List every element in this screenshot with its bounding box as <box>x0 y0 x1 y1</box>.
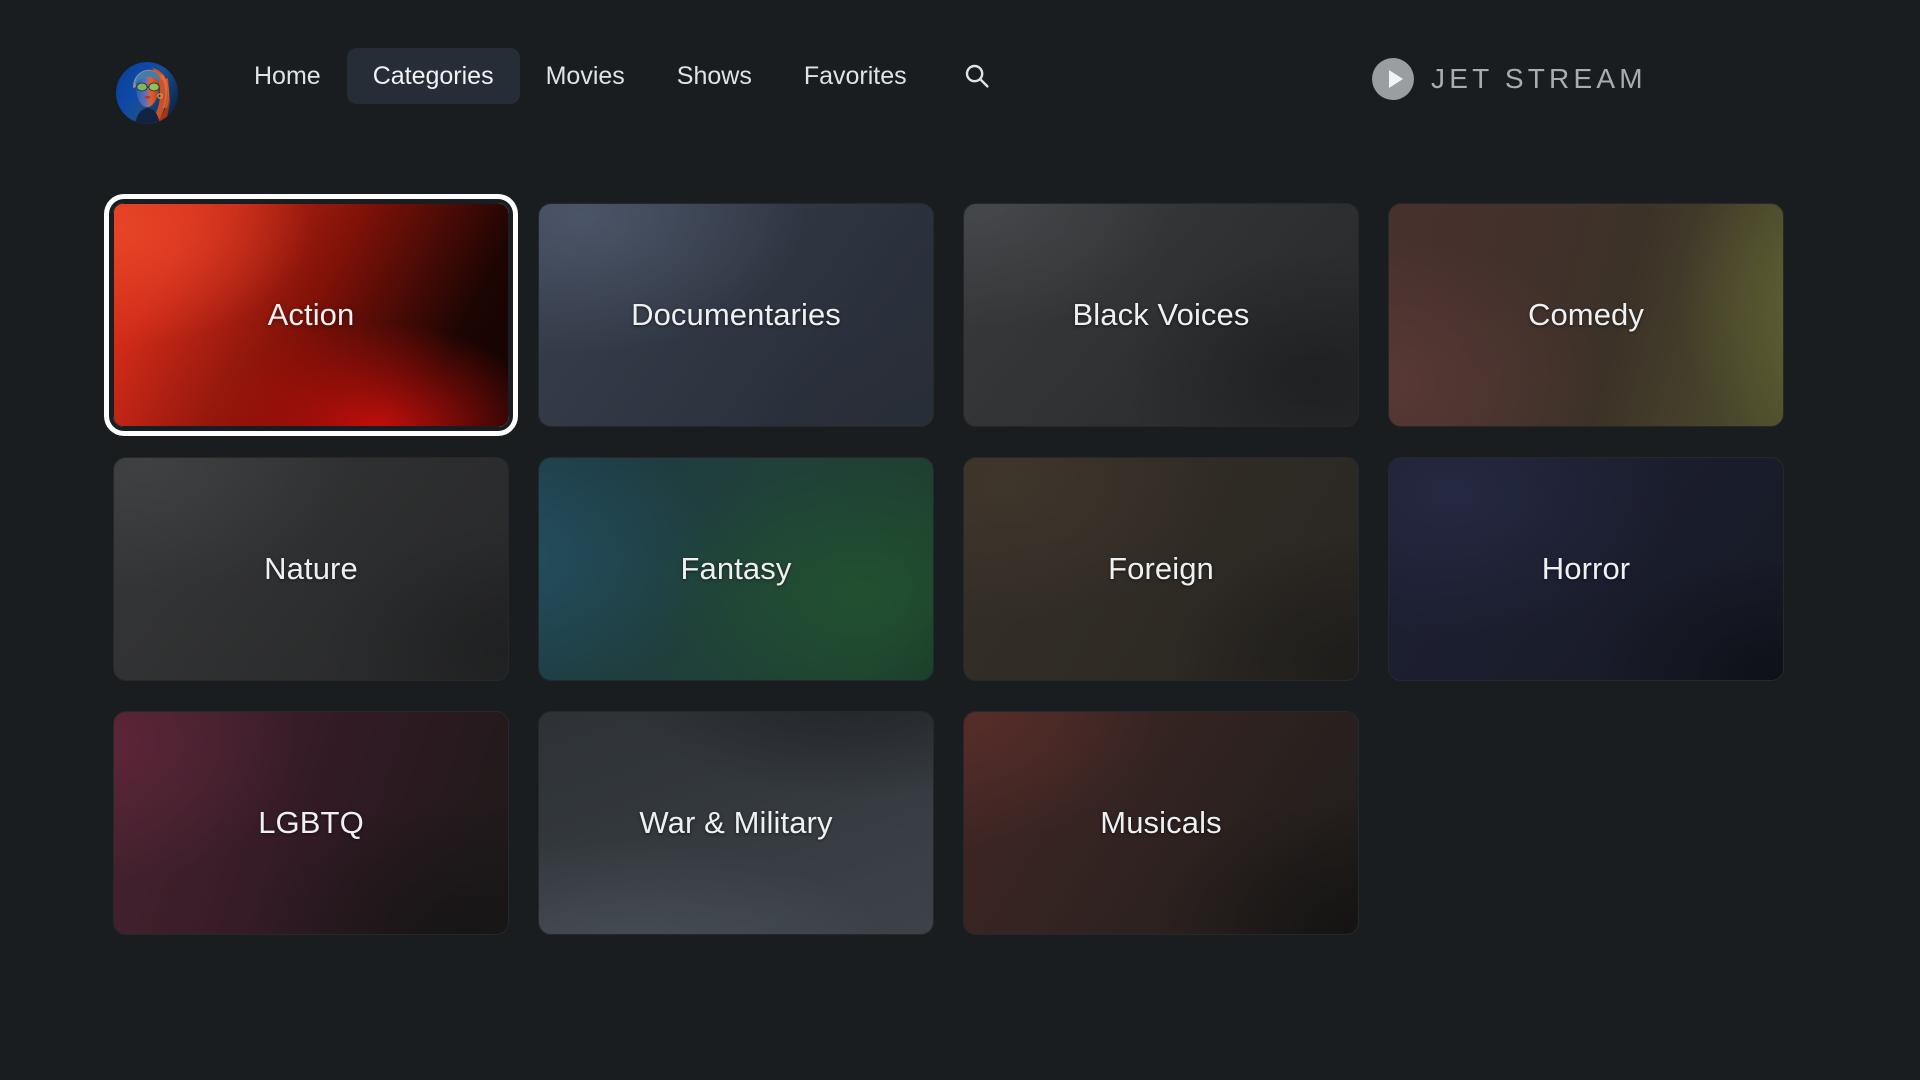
category-tile-black-voices[interactable]: Black Voices <box>963 203 1359 427</box>
brand-name: JET STREAM <box>1431 63 1647 94</box>
category-tile-fantasy[interactable]: Fantasy <box>538 457 934 681</box>
nav-item-favorites[interactable]: Favorites <box>778 48 933 104</box>
tile-label: Foreign <box>1108 551 1214 586</box>
app-header: Home Categories Movies Shows Favorites J… <box>0 0 1920 144</box>
nav-item-categories[interactable]: Categories <box>346 48 520 104</box>
category-tile-lgbtq[interactable]: LGBTQ <box>113 711 509 935</box>
category-grid: Action Documentaries Black Voices Comedy… <box>113 203 1813 935</box>
tile-label: Fantasy <box>680 551 792 586</box>
tile-label: Black Voices <box>1072 297 1250 332</box>
nav-label: Movies <box>545 62 625 90</box>
category-tile-musicals[interactable]: Musicals <box>963 711 1359 935</box>
category-tile-action[interactable]: Action <box>113 203 509 427</box>
tile-label: Horror <box>1541 551 1631 586</box>
category-tile-comedy[interactable]: Comedy <box>1388 203 1784 427</box>
nav-label: Shows <box>676 62 752 90</box>
tile-label: Action <box>267 297 355 332</box>
tile-label: Musicals <box>1100 805 1222 840</box>
tile-label: War & Military <box>639 805 833 840</box>
play-circle-icon <box>1372 58 1414 100</box>
nav-item-movies[interactable]: Movies <box>520 48 651 104</box>
category-tile-horror[interactable]: Horror <box>1388 457 1784 681</box>
primary-nav: Home Categories Movies Shows Favorites <box>228 48 1003 104</box>
category-tile-nature[interactable]: Nature <box>113 457 509 681</box>
search-icon <box>962 61 992 91</box>
tile-label: LGBTQ <box>258 805 364 840</box>
tile-label: Documentaries <box>631 297 841 332</box>
tile-label: Comedy <box>1527 297 1645 332</box>
nav-item-home[interactable]: Home <box>228 48 347 104</box>
category-tile-foreign[interactable]: Foreign <box>963 457 1359 681</box>
search-button[interactable] <box>951 50 1003 102</box>
nav-label: Home <box>254 62 321 90</box>
tile-label: Nature <box>264 551 358 586</box>
nav-label: Favorites <box>803 62 907 90</box>
avatar[interactable] <box>116 62 178 124</box>
category-tile-documentaries[interactable]: Documentaries <box>538 203 934 427</box>
nav-item-shows[interactable]: Shows <box>651 48 778 104</box>
category-tile-war-and-military[interactable]: War & Military <box>538 711 934 935</box>
nav-label: Categories <box>372 62 494 90</box>
